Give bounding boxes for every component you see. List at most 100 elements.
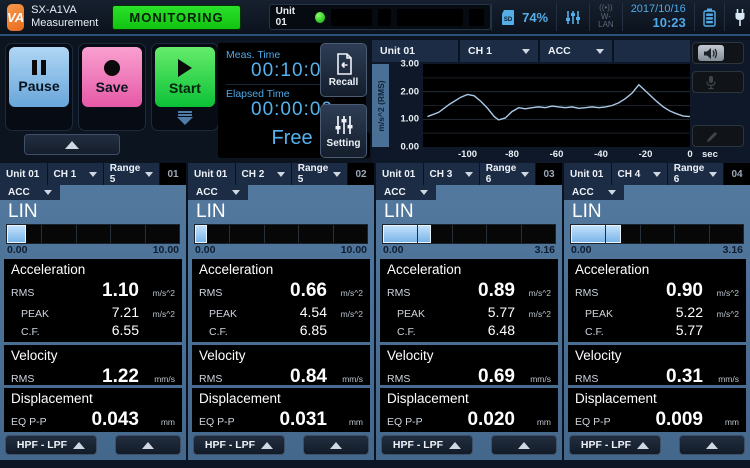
velocity-unit: mm/s bbox=[327, 374, 363, 384]
mode-select[interactable]: ACC bbox=[564, 185, 624, 200]
y-axis: 3.002.001.000.00 bbox=[389, 64, 423, 147]
range-select[interactable]: Range 6 bbox=[668, 163, 723, 185]
channel-footer: HPF - LPF bbox=[376, 432, 562, 460]
start-options-expander[interactable] bbox=[155, 109, 215, 127]
accel-cf-label: C.F. bbox=[11, 326, 63, 338]
pause-label: Pause bbox=[18, 78, 59, 94]
range-select[interactable]: Range 6 bbox=[480, 163, 535, 185]
channel-select[interactable]: CH 4 bbox=[612, 163, 667, 185]
marker-pen-toggle[interactable] bbox=[692, 125, 744, 147]
accel-peak-value: 5.77 bbox=[439, 304, 515, 320]
save-button-frame: Save bbox=[78, 43, 146, 131]
expand-channel-button[interactable] bbox=[303, 435, 369, 455]
displacement-block: Displacement EQ P-P 0.009 mm bbox=[568, 388, 746, 432]
start-button[interactable]: Start bbox=[155, 47, 215, 107]
play-icon bbox=[178, 59, 192, 77]
recall-button[interactable]: Recall bbox=[320, 43, 367, 97]
record-circle-icon bbox=[104, 60, 120, 76]
hpf-lpf-label: HPF - LPF bbox=[205, 439, 255, 451]
y-tick-label: 2.00 bbox=[401, 86, 420, 97]
displacement-label: EQ P-P bbox=[387, 416, 439, 428]
hpf-lpf-button[interactable]: HPF - LPF bbox=[5, 435, 97, 455]
hpf-lpf-button[interactable]: HPF - LPF bbox=[381, 435, 473, 455]
scale-type-label: LIN bbox=[564, 200, 750, 223]
channel-select[interactable]: CH 3 bbox=[424, 163, 479, 185]
control-row: Pause Save Start bbox=[0, 38, 750, 163]
unit-level-monitor[interactable]: Unit 01 bbox=[269, 4, 491, 30]
displacement-title: Displacement bbox=[387, 390, 551, 408]
speaker-toggle[interactable] bbox=[692, 42, 744, 64]
bar-fill bbox=[7, 225, 26, 243]
accel-peak-unit: m/s^2 bbox=[139, 309, 175, 319]
hpf-lpf-button[interactable]: HPF - LPF bbox=[569, 435, 661, 455]
accel-cf-value: 6.48 bbox=[439, 322, 515, 338]
microphone-toggle[interactable] bbox=[692, 71, 744, 93]
channel-header: Unit 01 CH 4 Range 6 04 bbox=[564, 163, 750, 185]
battery-icon bbox=[703, 8, 716, 27]
setting-button[interactable]: Setting bbox=[320, 104, 367, 158]
accel-peak-label: PEAK bbox=[199, 308, 251, 320]
mode-select[interactable]: ACC bbox=[188, 185, 248, 200]
channel-select[interactable]: CH 1 bbox=[48, 163, 103, 185]
expand-channel-button[interactable] bbox=[491, 435, 557, 455]
y-tick-label: 0.00 bbox=[401, 142, 420, 153]
chevron-down-icon bbox=[608, 190, 616, 195]
expand-channel-button[interactable] bbox=[679, 435, 745, 455]
meter-divider bbox=[486, 225, 487, 243]
pause-button[interactable]: Pause bbox=[9, 47, 69, 107]
displacement-label: EQ P-P bbox=[575, 416, 627, 428]
scale-type-label: LIN bbox=[376, 200, 562, 223]
chart-channel-select[interactable]: CH 1 bbox=[460, 40, 538, 62]
monitoring-status-badge: MONITORING bbox=[112, 5, 240, 30]
bottom-strip bbox=[0, 460, 750, 468]
channel-header: Unit 01 CH 1 Range 5 01 bbox=[0, 163, 186, 185]
speaker-icon bbox=[703, 47, 719, 60]
displacement-block: Displacement EQ P-P 0.043 mm bbox=[4, 388, 182, 432]
meter-divider bbox=[674, 225, 675, 243]
range-select[interactable]: Range 5 bbox=[292, 163, 347, 185]
mode-select[interactable]: ACC bbox=[0, 185, 60, 200]
x-tick-label: -100 bbox=[458, 149, 477, 160]
acceleration-block: Acceleration RMS 1.10 m/s^2 PEAK 7.21 m/… bbox=[4, 259, 182, 342]
expand-channel-button[interactable] bbox=[115, 435, 181, 455]
collapse-panel-button[interactable] bbox=[24, 134, 120, 155]
range-select[interactable]: Range 5 bbox=[104, 163, 159, 185]
meter-divider bbox=[640, 225, 641, 243]
mixer-group[interactable] bbox=[556, 3, 589, 31]
chevron-down-icon bbox=[653, 172, 661, 177]
power-plug-icon bbox=[733, 8, 747, 27]
meter-divider bbox=[605, 225, 606, 243]
velocity-block: Velocity RMS 1.22 mm/s bbox=[4, 345, 182, 385]
channel-unit-label: Unit 01 bbox=[0, 163, 47, 185]
velocity-rms-value: 0.69 bbox=[439, 366, 515, 388]
accel-peak-unit: m/s^2 bbox=[515, 309, 551, 319]
mode-select[interactable]: ACC bbox=[376, 185, 436, 200]
chart-mode-select[interactable]: ACC bbox=[540, 40, 612, 62]
channel-unit-label: Unit 01 bbox=[376, 163, 423, 185]
mode-select-value: ACC bbox=[8, 187, 30, 198]
channel-subheader: ACC bbox=[376, 185, 562, 200]
hpf-lpf-button[interactable]: HPF - LPF bbox=[193, 435, 285, 455]
wlan-icon: ((•)) W-LAN bbox=[598, 4, 614, 30]
meter-divider bbox=[452, 225, 453, 243]
velocity-block: Velocity RMS 0.84 mm/s bbox=[192, 345, 370, 385]
channel-select-value: CH 1 bbox=[54, 169, 77, 180]
chevron-up-icon bbox=[449, 442, 461, 449]
y-tick-label: 3.00 bbox=[401, 59, 420, 70]
meter-divider bbox=[417, 225, 418, 243]
displacement-unit: mm bbox=[703, 417, 739, 427]
meter-scale-min: 0.00 bbox=[195, 244, 215, 256]
meter-scale-min: 0.00 bbox=[383, 244, 403, 256]
y-tick-label: 1.00 bbox=[401, 114, 420, 125]
pause-icon bbox=[32, 60, 46, 75]
meter-scale: 0.00 10.00 bbox=[0, 244, 186, 256]
save-label: Save bbox=[96, 79, 129, 95]
meter-divider bbox=[298, 225, 299, 243]
channel-select-value: CH 3 bbox=[430, 169, 453, 180]
channel-select[interactable]: CH 2 bbox=[236, 163, 291, 185]
save-button[interactable]: Save bbox=[82, 47, 142, 107]
chart-gridlines bbox=[423, 78, 690, 133]
level-bar-meter bbox=[6, 224, 180, 244]
displacement-title: Displacement bbox=[575, 390, 739, 408]
range-select-value: Range 5 bbox=[110, 163, 145, 185]
